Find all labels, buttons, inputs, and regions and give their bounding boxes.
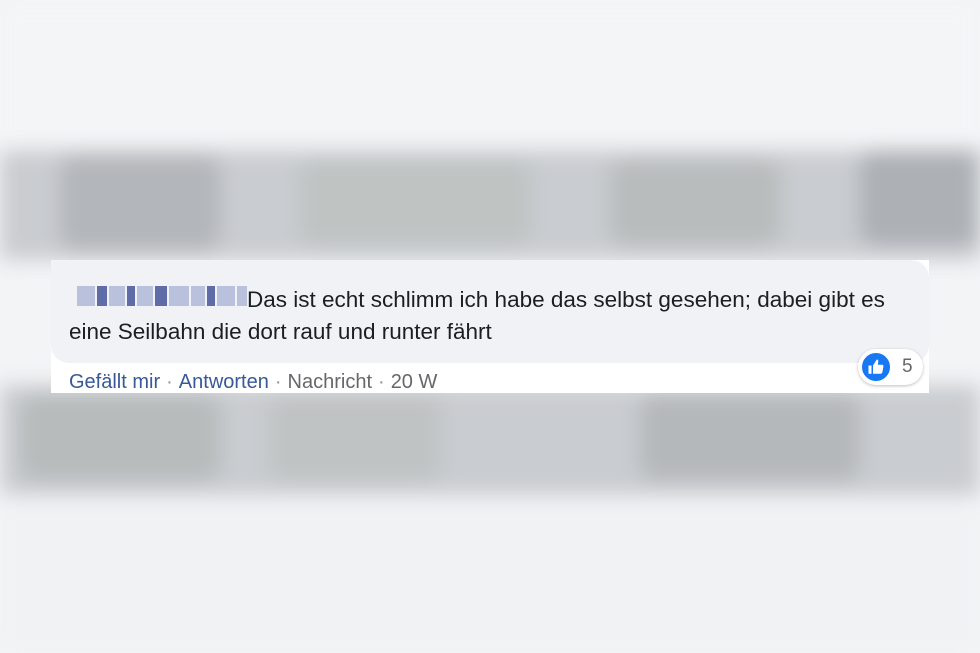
like-link[interactable]: Gefällt mir bbox=[69, 371, 160, 393]
comment-bubble: Das ist echt schlimm ich habe das selbst… bbox=[51, 260, 929, 363]
reactions-summary[interactable]: 5 bbox=[858, 349, 923, 385]
reply-link[interactable]: Antworten bbox=[179, 371, 269, 393]
separator: · bbox=[274, 371, 282, 393]
reaction-count: 5 bbox=[902, 356, 913, 377]
timestamp[interactable]: 20 W bbox=[391, 371, 438, 393]
comment-text: Das ist echt schlimm ich habe das selbst… bbox=[69, 287, 885, 344]
message-link[interactable]: Nachricht bbox=[288, 371, 372, 393]
like-icon bbox=[860, 351, 892, 383]
separator: · bbox=[166, 371, 173, 393]
separator: · bbox=[378, 371, 385, 393]
comment-actions: Gefällt mir · Antworten · Nachricht · 20 W bbox=[69, 371, 437, 393]
comment-card: Das ist echt schlimm ich habe das selbst… bbox=[51, 260, 929, 393]
